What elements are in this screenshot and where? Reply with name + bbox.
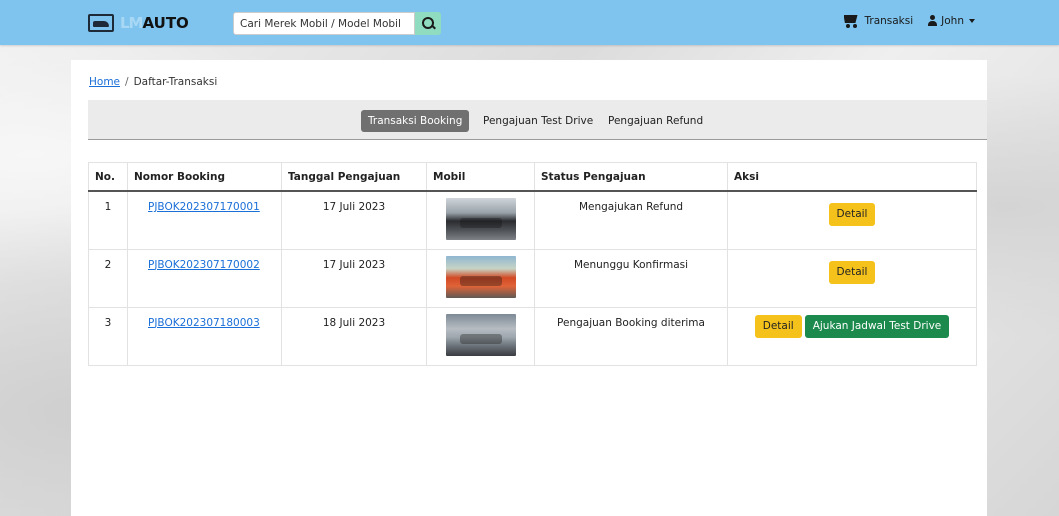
row-status: Mengajukan Refund (534, 191, 728, 250)
row-mobil-cell (426, 191, 535, 250)
booking-number-link[interactable]: PJBOK202307170002 (148, 259, 260, 271)
row-nomor-cell: PJBOK202307170002 (127, 249, 282, 308)
ajukan-test-drive-button[interactable]: Ajukan Jadwal Test Drive (804, 314, 950, 338)
header-tanggal: Tanggal Pengajuan (281, 162, 427, 192)
header-status: Status Pengajuan (534, 162, 728, 192)
detail-button[interactable]: Detail (754, 314, 802, 338)
row-aksi-cell: Detail (727, 191, 977, 250)
header-nomor-booking: Nomor Booking (127, 162, 282, 192)
booking-number-link[interactable]: PJBOK202307180003 (148, 317, 260, 329)
transaksi-link[interactable]: Transaksi (841, 13, 914, 28)
row-no: 3 (88, 307, 128, 366)
transaction-table: No. Nomor Booking Tanggal Pengajuan Mobi… (88, 162, 977, 366)
tab-transaksi-booking[interactable]: Transaksi Booking (361, 110, 470, 132)
row-mobil-cell (426, 249, 535, 308)
car-image (445, 198, 516, 240)
row-tanggal: 17 Juli 2023 (281, 191, 427, 250)
search-input[interactable] (233, 12, 415, 35)
main-content: Home / Daftar-Transaksi Transaksi Booking … (71, 60, 987, 516)
brand-faded-text: LM (120, 14, 143, 32)
user-name: John (941, 14, 964, 27)
booking-number-link[interactable]: PJBOK202307170001 (148, 201, 260, 213)
user-icon (927, 14, 938, 27)
tab-bar: Transaksi Booking Pengajuan Test Drive P… (88, 100, 987, 140)
nav-right: Transaksi John (841, 13, 975, 28)
car-logo-icon (88, 14, 114, 32)
cart-icon (841, 13, 859, 28)
row-no: 2 (88, 249, 128, 308)
header-aksi: Aksi (727, 162, 977, 192)
detail-button[interactable]: Detail (828, 260, 876, 284)
brand-logo[interactable]: LM AUTO (88, 12, 189, 34)
table-row: 2 PJBOK202307170002 17 Juli 2023 Menungg… (88, 249, 977, 308)
header-no: No. (88, 162, 128, 192)
breadcrumb-current: Daftar-Transaksi (133, 76, 218, 88)
search-bar (233, 12, 441, 35)
navbar: LM AUTO Transaksi John (0, 0, 1059, 45)
breadcrumb-separator: / (125, 76, 129, 88)
row-nomor-cell: PJBOK202307180003 (127, 307, 282, 366)
row-aksi-cell: Detail (727, 249, 977, 308)
header-mobil: Mobil (426, 162, 535, 192)
search-button[interactable] (415, 12, 441, 35)
row-nomor-cell: PJBOK202307170001 (127, 191, 282, 250)
table-row: 3 PJBOK202307180003 18 Juli 2023 Pengaju… (88, 307, 977, 366)
row-no: 1 (88, 191, 128, 250)
transaksi-label: Transaksi (864, 14, 914, 27)
row-mobil-cell (426, 307, 535, 366)
car-image (445, 313, 516, 356)
brand-strong-text: AUTO (142, 14, 189, 32)
table-header-row: No. Nomor Booking Tanggal Pengajuan Mobi… (88, 162, 977, 192)
row-tanggal: 17 Juli 2023 (281, 249, 427, 308)
car-image (445, 255, 516, 298)
row-aksi-cell: Detail Ajukan Jadwal Test Drive (727, 307, 977, 366)
breadcrumb: Home / Daftar-Transaksi (89, 76, 217, 88)
detail-button[interactable]: Detail (828, 203, 876, 226)
tab-pengajuan-test-drive[interactable]: Pengajuan Test Drive (476, 110, 600, 132)
row-status: Menunggu Konfirmasi (534, 249, 728, 308)
user-menu[interactable]: John (927, 14, 975, 27)
caret-down-icon (969, 18, 975, 23)
tab-pengajuan-refund[interactable]: Pengajuan Refund (601, 110, 710, 132)
row-status: Pengajuan Booking diterima (534, 307, 728, 366)
table-row: 1 PJBOK202307170001 17 Juli 2023 Mengaju… (88, 191, 977, 250)
breadcrumb-home-link[interactable]: Home (89, 76, 120, 88)
row-tanggal: 18 Juli 2023 (281, 307, 427, 366)
